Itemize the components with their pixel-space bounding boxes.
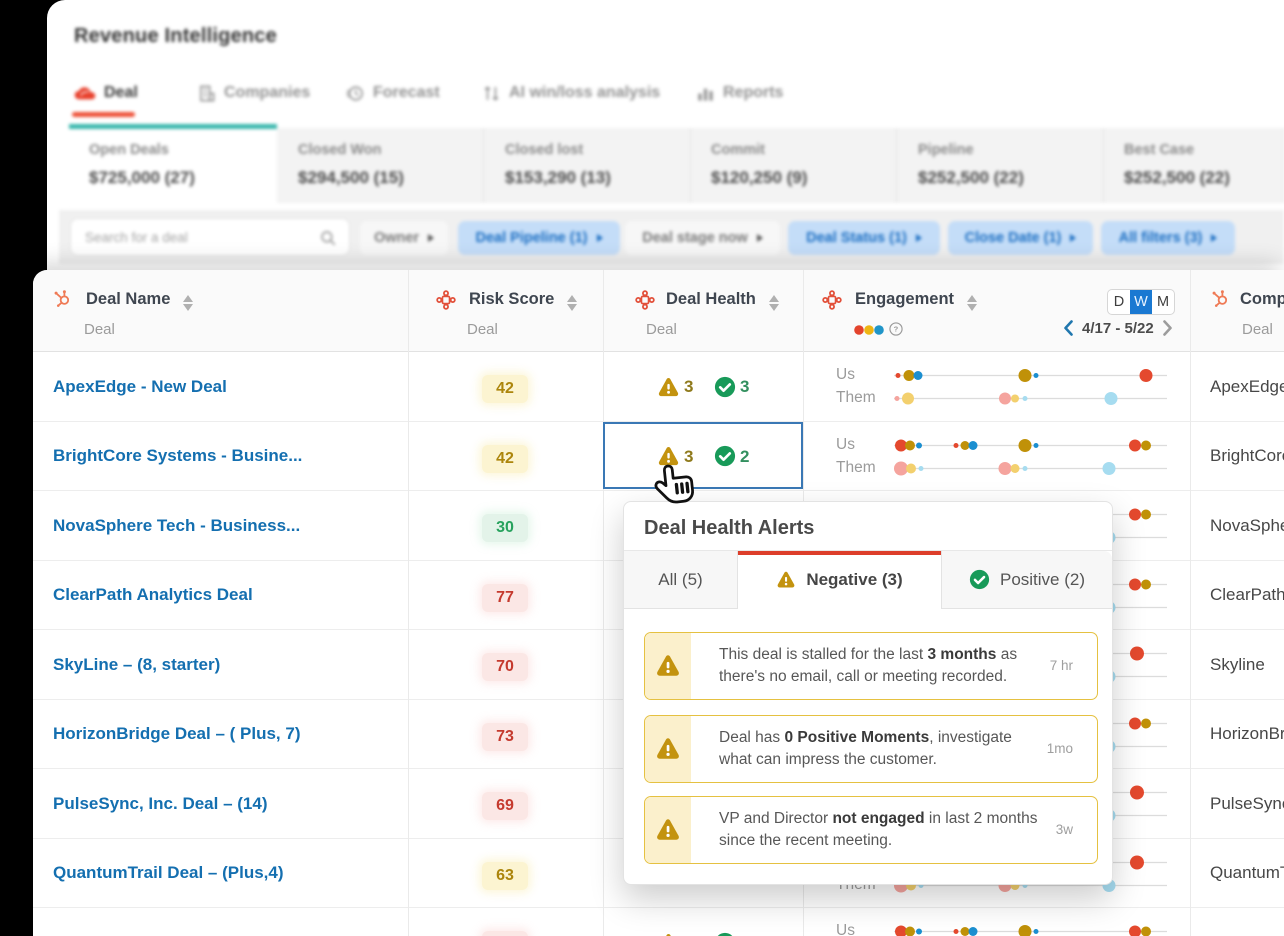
svg-text:?: ? bbox=[894, 325, 899, 334]
